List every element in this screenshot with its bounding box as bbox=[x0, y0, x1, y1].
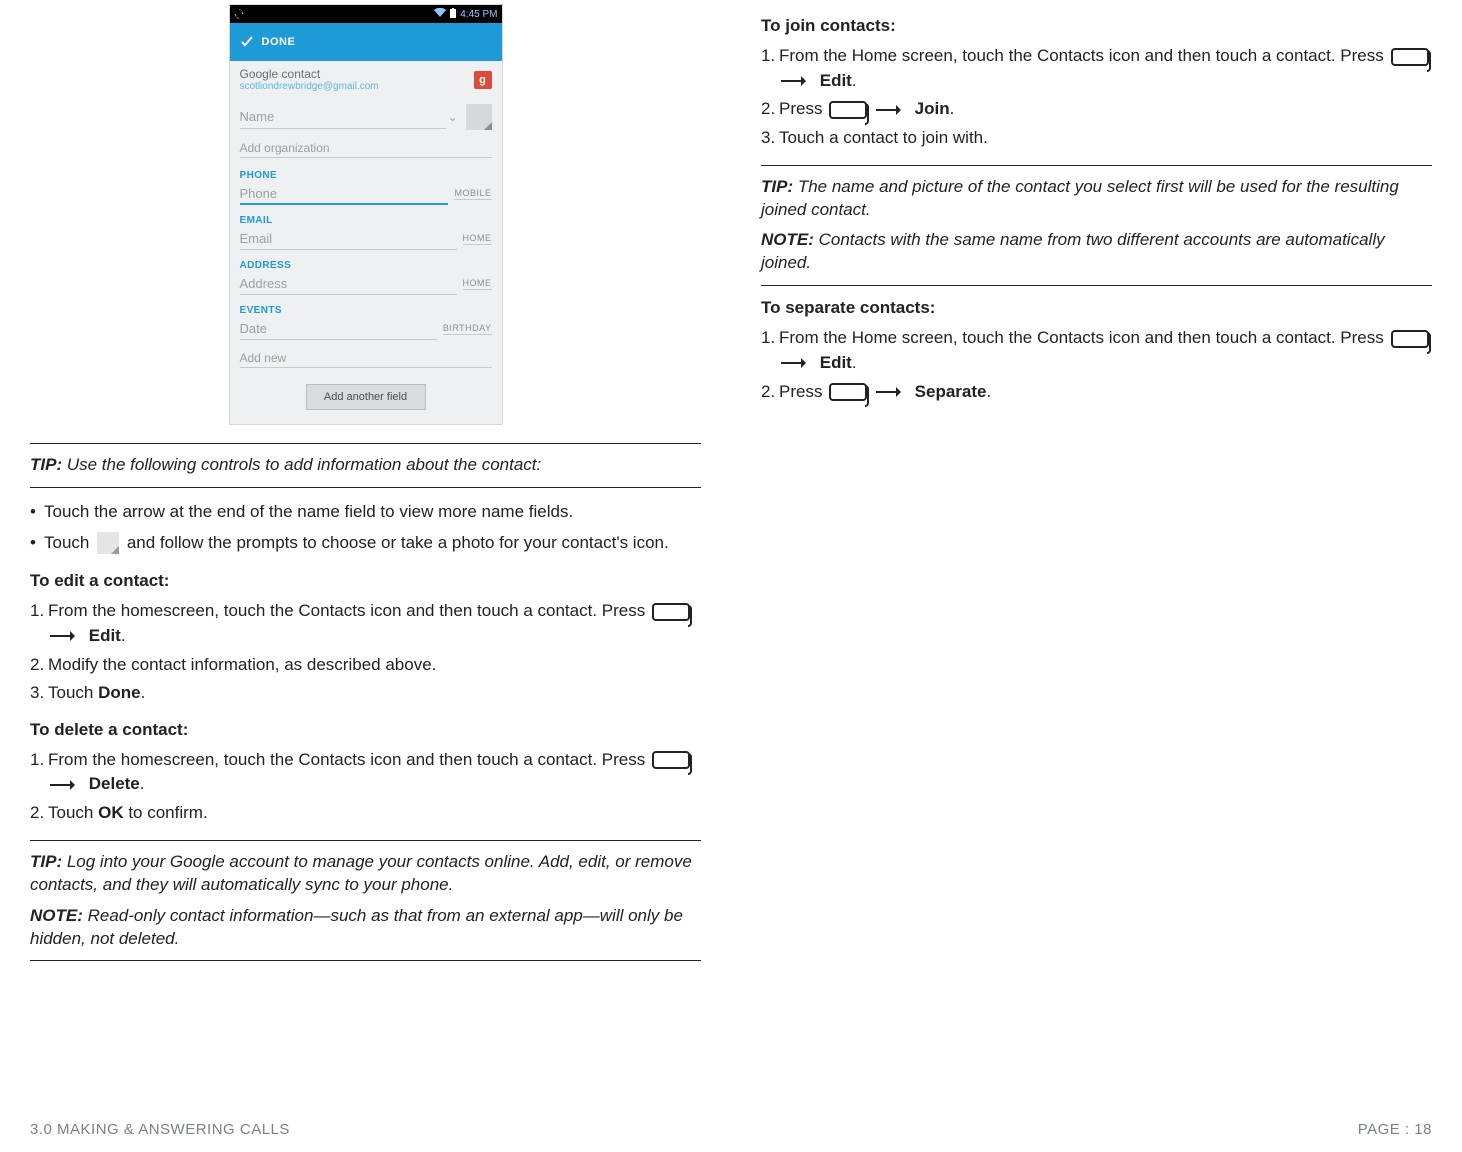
heading-edit-contact: To edit a contact: bbox=[30, 571, 701, 591]
section-events: EVENTS bbox=[230, 299, 502, 318]
phone-input[interactable]: Phone bbox=[240, 183, 449, 205]
separate-step-2: Press Separate. bbox=[779, 380, 1432, 405]
heading-join-contacts: To join contacts: bbox=[761, 16, 1432, 36]
divider bbox=[30, 487, 701, 488]
delete-step-2: Touch OK to confirm. bbox=[48, 801, 701, 826]
arrow-icon bbox=[781, 357, 811, 369]
join-step-2: Press Join. bbox=[779, 97, 1432, 122]
divider bbox=[30, 443, 701, 444]
arrow-icon bbox=[50, 630, 80, 642]
footer-section: 3.0 MAKING & ANSWERING CALLS bbox=[30, 1121, 290, 1138]
heading-separate-contacts: To separate contacts: bbox=[761, 298, 1432, 318]
section-phone: PHONE bbox=[230, 164, 502, 183]
account-email: scotliondrewbridge@gmail.com bbox=[240, 81, 474, 92]
menu-icon bbox=[652, 751, 690, 769]
divider bbox=[761, 285, 1432, 286]
battery-icon bbox=[449, 8, 457, 21]
address-input[interactable]: Address bbox=[240, 273, 457, 295]
edit-step-1: From the homescreen, touch the Contacts … bbox=[48, 599, 701, 648]
wifi-icon bbox=[434, 8, 446, 21]
sync-icon bbox=[234, 9, 244, 19]
done-label: DONE bbox=[262, 36, 296, 48]
menu-icon bbox=[1391, 48, 1429, 66]
done-bar[interactable]: DONE bbox=[230, 23, 502, 61]
account-row: Google contact scotliondrewbridge@gmail.… bbox=[230, 61, 502, 98]
add-new-event[interactable]: Add new bbox=[240, 348, 492, 368]
join-step-1: From the Home screen, touch the Contacts… bbox=[779, 44, 1432, 93]
menu-icon bbox=[1391, 330, 1429, 348]
arrow-icon bbox=[781, 75, 811, 87]
footer-page: PAGE : 18 bbox=[1358, 1121, 1432, 1138]
heading-delete-contact: To delete a contact: bbox=[30, 720, 701, 740]
section-email: EMAIL bbox=[230, 209, 502, 228]
edit-step-2: Modify the contact information, as descr… bbox=[48, 653, 701, 678]
name-input[interactable]: Name bbox=[240, 105, 446, 129]
delete-step-1: From the homescreen, touch the Contacts … bbox=[48, 748, 701, 797]
bullet-name-arrow: Touch the arrow at the end of the name f… bbox=[44, 500, 701, 525]
bullet: • bbox=[30, 531, 44, 556]
join-step-3: Touch a contact to join with. bbox=[779, 126, 1432, 151]
edit-step-3: Touch Done. bbox=[48, 681, 701, 706]
tip-controls: TIP: Use the following controls to add i… bbox=[30, 454, 701, 477]
tip-label: TIP: bbox=[30, 455, 62, 474]
menu-icon bbox=[652, 603, 690, 621]
separate-step-1: From the Home screen, touch the Contacts… bbox=[779, 326, 1432, 375]
status-bar: 4:45 PM bbox=[230, 5, 502, 23]
expand-name-icon[interactable]: ⌄ bbox=[446, 110, 460, 124]
status-time: 4:45 PM bbox=[460, 9, 497, 20]
tip-google-sync: TIP: Log into your Google account to man… bbox=[30, 851, 701, 897]
arrow-icon bbox=[876, 386, 906, 398]
email-input[interactable]: Email bbox=[240, 228, 457, 250]
address-type[interactable]: HOME bbox=[463, 278, 492, 290]
date-type[interactable]: BIRTHDAY bbox=[443, 323, 492, 335]
arrow-icon bbox=[876, 104, 906, 116]
google-icon: g bbox=[474, 71, 492, 89]
phone-type[interactable]: MOBILE bbox=[454, 188, 491, 200]
add-organization[interactable]: Add organization bbox=[240, 138, 492, 158]
menu-icon bbox=[829, 383, 867, 401]
divider bbox=[761, 165, 1432, 166]
account-type: Google contact bbox=[240, 67, 474, 81]
note-auto-join: NOTE: Contacts with the same name from t… bbox=[761, 229, 1432, 275]
date-input[interactable]: Date bbox=[240, 318, 437, 340]
bullet: • bbox=[30, 500, 44, 525]
section-address: ADDRESS bbox=[230, 254, 502, 273]
add-another-field-button[interactable]: Add another field bbox=[306, 384, 426, 410]
photo-placeholder-icon bbox=[97, 532, 119, 554]
bullet-photo: Touch and follow the prompts to choose o… bbox=[44, 531, 701, 556]
menu-icon bbox=[829, 101, 867, 119]
tip-join-name: TIP: The name and picture of the contact… bbox=[761, 176, 1432, 222]
divider bbox=[30, 840, 701, 841]
divider bbox=[30, 960, 701, 961]
android-contact-edit-screenshot: 4:45 PM DONE Google contact scotliondrew… bbox=[229, 4, 503, 425]
note-readonly: NOTE: Read-only contact information—such… bbox=[30, 905, 701, 951]
email-type[interactable]: HOME bbox=[463, 233, 492, 245]
arrow-icon bbox=[50, 779, 80, 791]
check-icon bbox=[238, 33, 256, 51]
contact-photo-placeholder[interactable] bbox=[466, 104, 492, 130]
